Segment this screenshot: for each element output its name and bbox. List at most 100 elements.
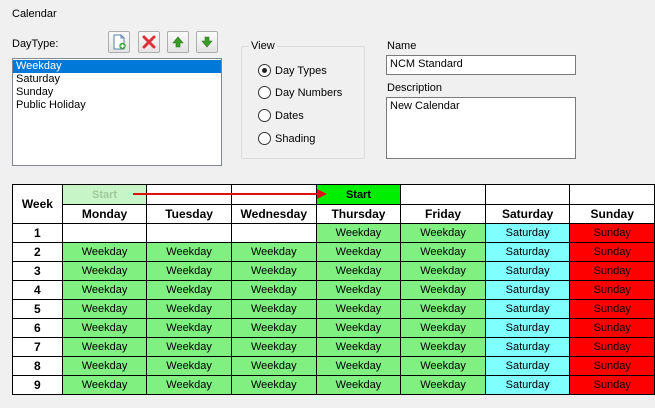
day-cell[interactable]: Sunday [569,356,655,376]
arrow-up-icon [172,36,184,48]
day-cell[interactable]: Weekday [61,318,148,338]
day-cell[interactable]: Weekday [400,280,486,300]
day-cell[interactable]: Weekday [230,299,317,319]
radio-button[interactable] [258,64,271,77]
day-cell[interactable]: Weekday [315,356,402,376]
day-cell[interactable]: Weekday [315,261,402,281]
day-cell[interactable]: Weekday [400,356,486,376]
day-cell[interactable]: Saturday [484,223,571,243]
day-cell[interactable]: Weekday [61,280,148,300]
day-cell[interactable]: Weekday [315,223,402,243]
add-daytype-button[interactable] [108,31,130,53]
day-cell[interactable]: Weekday [230,280,317,300]
day-cell[interactable]: Weekday [230,337,317,357]
daytype-item-weekday[interactable]: Weekday [13,60,221,73]
day-cell[interactable]: Weekday [400,375,486,395]
move-down-button[interactable] [196,31,218,53]
day-cell[interactable]: Saturday [484,356,571,376]
day-cell[interactable]: Weekday [315,318,402,338]
day-cell[interactable] [146,223,232,243]
day-cell[interactable]: Sunday [569,318,655,338]
day-cell[interactable]: Sunday [569,280,655,300]
day-cell[interactable]: Weekday [400,337,486,357]
view-option-day-types[interactable]: Day Types [258,64,327,77]
day-cell[interactable]: Weekday [400,299,486,319]
day-cell[interactable]: Weekday [146,318,232,338]
day-cell[interactable]: Weekday [400,261,486,281]
day-cell[interactable]: Weekday [315,337,402,357]
day-cell[interactable]: Weekday [146,356,232,376]
day-cell[interactable]: Weekday [315,375,402,395]
day-cell[interactable]: Saturday [484,375,571,395]
start-cell-friday[interactable] [400,184,486,205]
daytype-item-sunday[interactable]: Sunday [13,86,221,99]
start-cell-wednesday[interactable] [230,184,317,205]
day-cell[interactable]: Sunday [569,299,655,319]
day-cell[interactable]: Weekday [61,242,148,262]
day-header-thursday: Thursday [315,204,402,224]
day-cell[interactable]: Weekday [315,299,402,319]
view-option-dates[interactable]: Dates [258,109,304,122]
day-cell[interactable]: Weekday [146,261,232,281]
day-cell[interactable]: Weekday [400,223,486,243]
radio-button[interactable] [258,109,271,122]
day-cell[interactable]: Weekday [230,261,317,281]
radio-button[interactable] [258,132,271,145]
view-option-day-numbers[interactable]: Day Numbers [258,86,342,99]
daytype-item-saturday[interactable]: Saturday [13,73,221,86]
day-cell[interactable]: Saturday [484,242,571,262]
view-option-label: Dates [275,109,304,122]
day-cell[interactable]: Weekday [146,337,232,357]
week-number: 3 [12,261,63,281]
start-marker-ghost[interactable]: Start [61,184,148,205]
description-field[interactable]: New Calendar [386,97,576,159]
view-option-shading[interactable]: Shading [258,132,315,145]
day-cell[interactable]: Weekday [230,318,317,338]
daytype-item-public-holiday[interactable]: Public Holiday [13,99,221,112]
calendar-grid: Week Start Start Monday Tuesday Wednesday Thur… [12,184,655,395]
day-cell[interactable] [61,223,148,243]
day-cell[interactable]: Weekday [315,280,402,300]
start-cell-sunday[interactable] [569,184,655,205]
day-cell[interactable]: Saturday [484,299,571,319]
day-cell[interactable]: Weekday [61,375,148,395]
daytype-list[interactable]: Weekday Saturday Sunday Public Holiday [12,58,222,166]
day-cell[interactable]: Weekday [315,242,402,262]
day-cell[interactable]: Weekday [400,318,486,338]
day-cell[interactable]: Sunday [569,337,655,357]
start-marker[interactable]: Start [315,184,402,205]
start-cell-tuesday[interactable] [146,184,232,205]
day-cell[interactable]: Saturday [484,280,571,300]
day-cell[interactable]: Weekday [230,356,317,376]
move-up-button[interactable] [167,31,189,53]
day-cell[interactable]: Saturday [484,261,571,281]
day-cell[interactable] [230,223,317,243]
window-title: Calendar [12,8,57,20]
radio-button[interactable] [258,86,271,99]
day-cell[interactable]: Weekday [61,299,148,319]
day-cell[interactable]: Saturday [484,337,571,357]
day-cell[interactable]: Weekday [230,375,317,395]
day-cell[interactable]: Weekday [61,356,148,376]
day-cell[interactable]: Sunday [569,223,655,243]
day-cell[interactable]: Weekday [146,375,232,395]
day-cell[interactable]: Weekday [230,242,317,262]
day-cell[interactable]: Weekday [61,261,148,281]
day-cell[interactable]: Saturday [484,318,571,338]
day-cell[interactable]: Sunday [569,375,655,395]
daytype-label: DayType: [12,38,59,50]
day-cell[interactable]: Weekday [146,242,232,262]
delete-daytype-button[interactable] [138,31,160,53]
day-header-tuesday: Tuesday [146,204,232,224]
day-cell[interactable]: Sunday [569,242,655,262]
name-field[interactable]: NCM Standard [386,55,576,75]
day-cell[interactable]: Weekday [146,299,232,319]
day-cell[interactable]: Sunday [569,261,655,281]
start-cell-saturday[interactable] [484,184,571,205]
day-cell[interactable]: Weekday [400,242,486,262]
day-header-wednesday: Wednesday [230,204,317,224]
day-header-sunday: Sunday [569,204,655,224]
day-cell[interactable]: Weekday [61,337,148,357]
delete-x-icon [142,35,156,49]
day-cell[interactable]: Weekday [146,280,232,300]
